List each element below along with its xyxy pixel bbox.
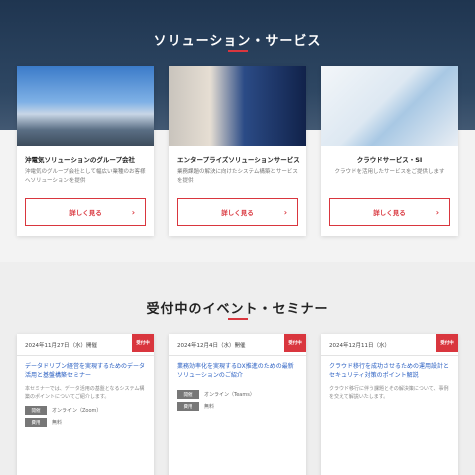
solution-detail-button[interactable]: 詳しく見る › xyxy=(329,198,450,226)
event-title-link[interactable]: データドリブン経営を実現するためのデータ活用と基盤構築セミナー xyxy=(17,356,154,380)
solution-card-title: エンタープライズソリューションサービス xyxy=(177,156,300,164)
solution-card-2[interactable]: エンタープライズソリューションサービス 業務課題の解決に向けたシステム構築とサー… xyxy=(169,66,306,236)
event-card-2[interactable]: 2024年12月4日（水）開催 受付中 業務効率化を実現するDX推進のための最新… xyxy=(169,334,306,475)
event-card-1[interactable]: 2024年11月27日（水）開催 受付中 データドリブン経営を実現するためのデー… xyxy=(17,334,154,475)
solution-detail-button[interactable]: 詳しく見る › xyxy=(25,198,146,226)
solution-detail-button[interactable]: 詳しく見る › xyxy=(177,198,298,226)
solution-card-3[interactable]: クラウドサービス・SI クラウドを活用したサービスをご提供します 詳しく見る › xyxy=(321,66,458,236)
chevron-right-icon: › xyxy=(131,207,135,217)
solution-detail-button-label: 詳しく見る xyxy=(221,209,254,217)
event-tag-value: 無料 xyxy=(52,420,63,426)
network-cubes-image xyxy=(321,66,458,146)
event-tag-row: 費用 無料 xyxy=(177,402,298,411)
event-date: 2024年11月27日（水）開催 xyxy=(25,343,97,349)
solution-card-description: クラウドを活用したサービスをご提供します xyxy=(334,169,445,175)
event-date: 2024年12月4日（水）開催 xyxy=(177,343,246,349)
business-technology-image xyxy=(169,66,306,146)
event-tag-value: オンライン（Teams） xyxy=(204,392,255,398)
event-tags: 開催 オンライン（Zoom） 費用 無料 xyxy=(17,401,154,427)
event-description: クラウド移行に伴う課題とその解決策について、事例を交えて解説いたします。 xyxy=(329,386,449,400)
event-tag-value: オンライン（Zoom） xyxy=(52,408,102,414)
status-badge: 受付中 xyxy=(436,334,458,352)
status-badge: 受付中 xyxy=(132,334,154,352)
events-section: 受付中のイベント・セミナー 2024年11月27日（水）開催 受付中 データドリ… xyxy=(0,262,475,475)
event-tag-label: 開催 xyxy=(177,390,199,399)
chevron-right-icon: › xyxy=(435,207,439,217)
solution-detail-button-label: 詳しく見る xyxy=(69,209,102,217)
event-title-link[interactable]: クラウド移行を成功させるための運用設計とセキュリティ対策のポイント解説 xyxy=(321,356,458,380)
solution-card-description: 沖電気のグループ会社として幅広い業種のお客様へソリューションを提供 xyxy=(25,169,146,184)
event-tags: 開催 オンライン（Teams） 費用 無料 xyxy=(169,380,306,411)
solution-card-description: 業務課題の解決に向けたシステム構築とサービスを提供 xyxy=(177,169,298,184)
event-card-header: 2024年12月4日（水）開催 受付中 xyxy=(169,334,306,356)
event-tag-label: 費用 xyxy=(25,418,47,427)
event-description: 本セミナーでは、データ活用の基盤となるシステム構築のポイントについてご紹介します… xyxy=(25,386,145,400)
event-tag-value: 無料 xyxy=(204,404,215,410)
solutions-title-underline xyxy=(228,50,248,52)
solution-detail-button-label: 詳しく見る xyxy=(373,209,406,217)
event-card-3[interactable]: 2024年12月11日（水） 受付中 クラウド移行を成功させるための運用設計とセ… xyxy=(321,334,458,475)
event-title-link[interactable]: 業務効率化を実現するDX推進のための最新ソリューションのご紹介 xyxy=(169,356,306,380)
chevron-right-icon: › xyxy=(283,207,287,217)
event-card-header: 2024年11月27日（水）開催 受付中 xyxy=(17,334,154,356)
event-tag-row: 費用 無料 xyxy=(25,418,146,427)
event-tag-label: 費用 xyxy=(177,402,199,411)
event-date: 2024年12月11日（水） xyxy=(329,343,390,349)
events-title-underline xyxy=(228,318,248,320)
solution-card-1[interactable]: 沖電気ソリューションのグループ会社 沖電気のグループ会社として幅広い業種のお客様… xyxy=(17,66,154,236)
event-tag-label: 開催 xyxy=(25,406,47,415)
events-title: 受付中のイベント・セミナー xyxy=(146,302,329,317)
city-skyline-image xyxy=(17,66,154,146)
solution-card-title: クラウドサービス・SI xyxy=(356,156,423,164)
event-card-header: 2024年12月11日（水） 受付中 xyxy=(321,334,458,356)
solution-card-title: 沖電気ソリューションのグループ会社 xyxy=(25,156,135,164)
event-tag-row: 開催 オンライン（Zoom） xyxy=(25,406,146,415)
event-tag-row: 開催 オンライン（Teams） xyxy=(177,390,298,399)
solutions-title: ソリューション・サービス xyxy=(153,34,322,49)
status-badge: 受付中 xyxy=(284,334,306,352)
